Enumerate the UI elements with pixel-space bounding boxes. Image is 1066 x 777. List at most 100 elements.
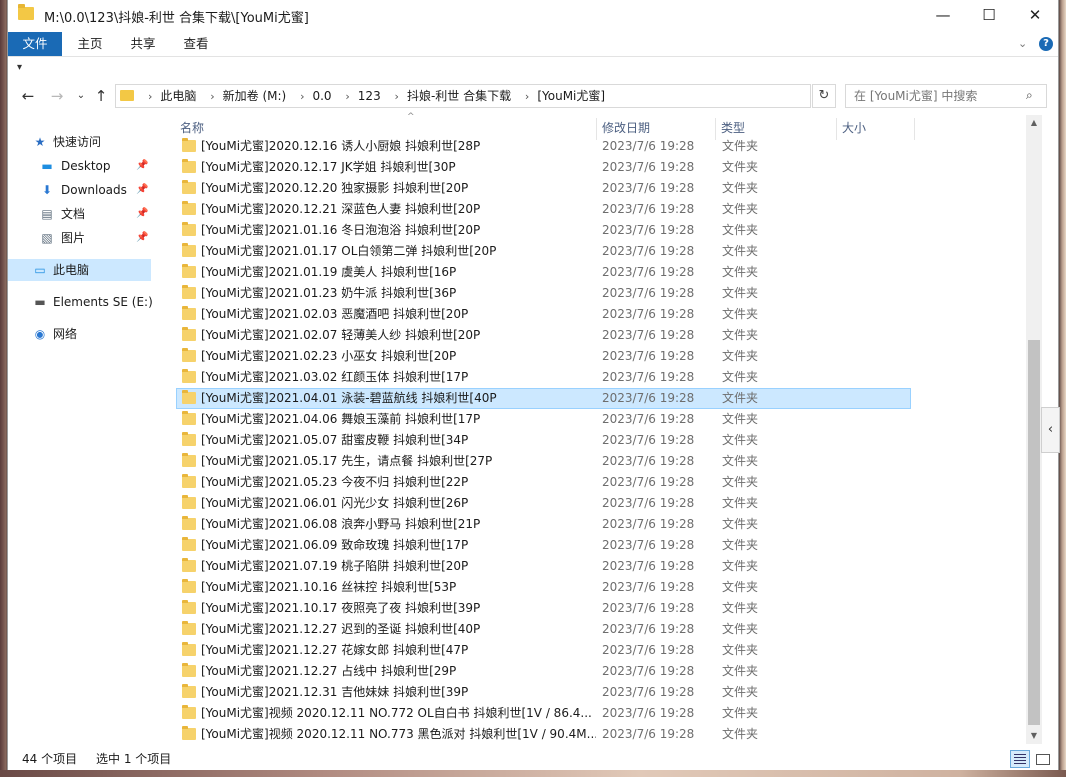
breadcrumb-drive-m[interactable]: 新加卷 (M:) xyxy=(223,89,287,103)
folder-icon xyxy=(182,411,196,425)
modified-date: 2023/7/6 19:28 xyxy=(602,286,695,300)
window-title: M:\0.0\123\抖娘-利世 合集下载\[YouMi尤蜜] xyxy=(44,11,309,26)
sidebar-item-label: 快速访问 xyxy=(53,135,102,149)
table-row[interactable]: [YouMi尤蜜]2021.01.17 OL白领第二弹 抖娘利世[20P 2023… xyxy=(176,241,911,262)
table-row[interactable]: [YouMi尤蜜]视频 2020.12.11 NO.772 OL自白书 抖娘利世… xyxy=(176,703,911,724)
tab-file[interactable]: 文件 xyxy=(8,32,62,56)
address-bar[interactable]: › 此电脑 › 新加卷 (M:) › 0.0 › 123 › 抖娘-利世 合集下载 › [Y… xyxy=(115,84,910,108)
chevron-right-icon[interactable]: › xyxy=(525,90,529,103)
breadcrumb-folder-current[interactable]: [YouMi尤蜜] xyxy=(537,89,605,103)
sidebar-item-desktop[interactable]: ▬ Desktop 📌 xyxy=(8,155,151,177)
table-row[interactable]: [YouMi尤蜜]2021.12.27 占线中 抖娘利世[29P 2023/7/6… xyxy=(176,661,911,682)
ribbon-expand-icon[interactable]: ⌄ xyxy=(1018,37,1027,50)
scroll-up-icon[interactable]: ▲ xyxy=(1026,115,1042,131)
folder-icon xyxy=(120,90,134,101)
vertical-scrollbar[interactable]: ▲ ▼ xyxy=(1026,115,1042,744)
search-input[interactable] xyxy=(846,85,1024,107)
chevron-right-icon[interactable]: › xyxy=(395,90,399,103)
file-type: 文件夹 xyxy=(722,244,759,258)
table-row[interactable]: [YouMi尤蜜]2021.05.23 今夜不归 抖娘利世[22P 2023/7/… xyxy=(176,472,911,493)
table-row[interactable]: [YouMi尤蜜]2021.03.02 红颜玉体 抖娘利世[17P 2023/7/… xyxy=(176,367,911,388)
table-row[interactable]: [YouMi尤蜜]2021.10.16 丝袜控 抖娘利世[53P 2023/7/6… xyxy=(176,577,911,598)
table-row[interactable]: [YouMi尤蜜]2021.04.06 舞娘玉藻前 抖娘利世[17P 2023/7… xyxy=(176,409,911,430)
modified-date: 2023/7/6 19:28 xyxy=(602,328,695,342)
chevron-right-icon[interactable]: › xyxy=(148,90,152,103)
folder-icon xyxy=(182,159,196,173)
table-row[interactable]: [YouMi尤蜜]2021.01.19 虞美人 抖娘利世[16P 2023/7/6… xyxy=(176,262,911,283)
forward-button[interactable]: → xyxy=(46,86,68,106)
sidebar-item-elements-se[interactable]: ▬ Elements SE (E:) xyxy=(8,291,152,313)
pin-icon[interactable]: 📌 xyxy=(136,155,148,177)
table-row[interactable]: [YouMi尤蜜]2021.06.01 闪光少女 抖娘利世[26P 2023/7/… xyxy=(176,493,911,514)
tab-home[interactable]: 主页 xyxy=(66,32,114,56)
table-row[interactable]: [YouMi尤蜜]2021.01.23 奶牛派 抖娘利世[36P 2023/7/6… xyxy=(176,283,911,304)
table-row[interactable]: [YouMi尤蜜]2021.10.17 夜照亮了夜 抖娘利世[39P 2023/7… xyxy=(176,598,911,619)
search-icon[interactable]: ⌕ xyxy=(1026,88,1033,103)
scroll-thumb[interactable] xyxy=(1028,340,1040,725)
picture-icon: ▧ xyxy=(41,231,53,245)
table-row[interactable]: [YouMi尤蜜]2021.01.16 冬日泡泡浴 抖娘利世[20P 2023/7… xyxy=(176,220,911,241)
breadcrumb-this-pc[interactable]: 此电脑 xyxy=(160,89,196,103)
sidebar-item-documents[interactable]: ▤ 文档 📌 xyxy=(8,203,151,225)
table-row[interactable]: [YouMi尤蜜]2021.12.27 花嫁女郎 抖娘利世[47P 2023/7/… xyxy=(176,640,911,661)
table-row[interactable]: [YouMi尤蜜]2021.06.08 浪奔小野马 抖娘利世[21P 2023/7… xyxy=(176,514,911,535)
table-row[interactable]: [YouMi尤蜜]视频 2020.12.11 NO.773 黑色派对 抖娘利世[… xyxy=(176,724,911,744)
large-icons-view-icon[interactable] xyxy=(1033,750,1051,766)
breadcrumb-folder-collection[interactable]: 抖娘-利世 合集下载 xyxy=(407,89,511,103)
tab-view[interactable]: 查看 xyxy=(172,32,220,56)
maximize-button[interactable]: ☐ xyxy=(966,0,1012,31)
folder-icon xyxy=(182,201,196,215)
column-divider[interactable] xyxy=(914,118,915,140)
breadcrumb-folder-0-0[interactable]: 0.0 xyxy=(312,89,331,103)
file-type: 文件夹 xyxy=(722,307,759,321)
file-type: 文件夹 xyxy=(722,328,759,342)
refresh-button[interactable]: ↻ xyxy=(812,84,836,108)
back-button[interactable]: ← xyxy=(17,86,39,106)
table-row[interactable]: [YouMi尤蜜]2021.06.09 致命玫瑰 抖娘利世[17P 2023/7/… xyxy=(176,535,911,556)
sidebar-item-this-pc[interactable]: ▭ 此电脑 xyxy=(8,259,151,281)
pin-icon[interactable]: 📌 xyxy=(136,179,148,201)
details-view-icon[interactable] xyxy=(1010,750,1030,768)
title-bar[interactable]: M:\0.0\123\抖娘-利世 合集下载\[YouMi尤蜜] — ☐ ✕ xyxy=(8,0,1058,32)
chevron-right-icon[interactable]: › xyxy=(300,90,304,103)
close-button[interactable]: ✕ xyxy=(1012,0,1058,31)
table-row[interactable]: [YouMi尤蜜]2021.04.01 泳装-碧蓝航线 抖娘利世[40P 2023… xyxy=(176,388,911,409)
table-row[interactable]: [YouMi尤蜜]2021.07.19 桃子陷阱 抖娘利世[20P 2023/7/… xyxy=(176,556,911,577)
recent-locations-button[interactable]: ⌄ xyxy=(70,86,92,106)
folder-icon xyxy=(182,579,196,593)
table-row[interactable]: [YouMi尤蜜]2020.12.21 深蓝色人妻 抖娘利世[20P 2023/7… xyxy=(176,199,911,220)
sidebar-item-quick-access[interactable]: ★ 快速访问 xyxy=(8,131,151,153)
table-row[interactable]: [YouMi尤蜜]2021.05.07 甜蜜皮鞭 抖娘利世[34P 2023/7/… xyxy=(176,430,911,451)
table-row[interactable]: [YouMi尤蜜]2021.05.17 先生，请点餐 抖娘利世[27P 2023/… xyxy=(176,451,911,472)
search-box[interactable]: ⌕ xyxy=(845,84,1047,108)
scroll-down-icon[interactable]: ▼ xyxy=(1026,728,1042,744)
table-row[interactable]: [YouMi尤蜜]2020.12.20 独家摄影 抖娘利世[20P 2023/7/… xyxy=(176,178,911,199)
file-list: ^ 名称 修改日期 类型 大小 [YouMi尤蜜]2020.12.16 诱人小厨… xyxy=(160,112,1040,744)
sidebar-item-pictures[interactable]: ▧ 图片 📌 xyxy=(8,227,151,249)
sidebar-item-downloads[interactable]: ⬇ Downloads 📌 xyxy=(8,179,151,201)
table-row[interactable]: [YouMi尤蜜]2021.02.07 轻薄美人纱 抖娘利世[20P 2023/7… xyxy=(176,325,911,346)
chevron-right-icon[interactable]: › xyxy=(345,90,349,103)
tab-share[interactable]: 共享 xyxy=(119,32,167,56)
folder-icon xyxy=(182,285,196,299)
table-row[interactable]: [YouMi尤蜜]2021.12.31 吉他妹妹 抖娘利世[39P 2023/7/… xyxy=(176,682,911,703)
sidebar-item-network[interactable]: ◉ 网络 xyxy=(8,323,151,345)
table-row[interactable]: [YouMi尤蜜]2020.12.16 诱人小厨娘 抖娘利世[28P 2023/7… xyxy=(176,136,911,157)
modified-date: 2023/7/6 19:28 xyxy=(602,202,695,216)
help-icon[interactable]: ? xyxy=(1039,37,1053,51)
chevron-right-icon[interactable]: › xyxy=(210,90,214,103)
pin-icon[interactable]: 📌 xyxy=(136,227,148,249)
table-row[interactable]: [YouMi尤蜜]2020.12.17 JK学姐 抖娘利世[30P 2023/7/… xyxy=(176,157,911,178)
pin-icon[interactable]: 📌 xyxy=(136,203,148,225)
file-type: 文件夹 xyxy=(722,559,759,573)
customize-toolbar-icon[interactable]: ▾ xyxy=(17,62,22,73)
file-type: 文件夹 xyxy=(722,622,759,636)
breadcrumb-folder-123[interactable]: 123 xyxy=(358,89,381,103)
minimize-button[interactable]: — xyxy=(920,0,966,31)
up-button[interactable]: ↑ xyxy=(90,86,112,106)
table-row[interactable]: [YouMi尤蜜]2021.02.23 小巫女 抖娘利世[20P 2023/7/6… xyxy=(176,346,911,367)
modified-date: 2023/7/6 19:28 xyxy=(602,643,695,657)
table-row[interactable]: [YouMi尤蜜]2021.12.27 迟到的圣诞 抖娘利世[40P 2023/7… xyxy=(176,619,911,640)
table-row[interactable]: [YouMi尤蜜]2021.02.03 恶魔酒吧 抖娘利世[20P 2023/7/… xyxy=(176,304,911,325)
preview-pane-toggle[interactable]: ‹ xyxy=(1041,407,1060,453)
